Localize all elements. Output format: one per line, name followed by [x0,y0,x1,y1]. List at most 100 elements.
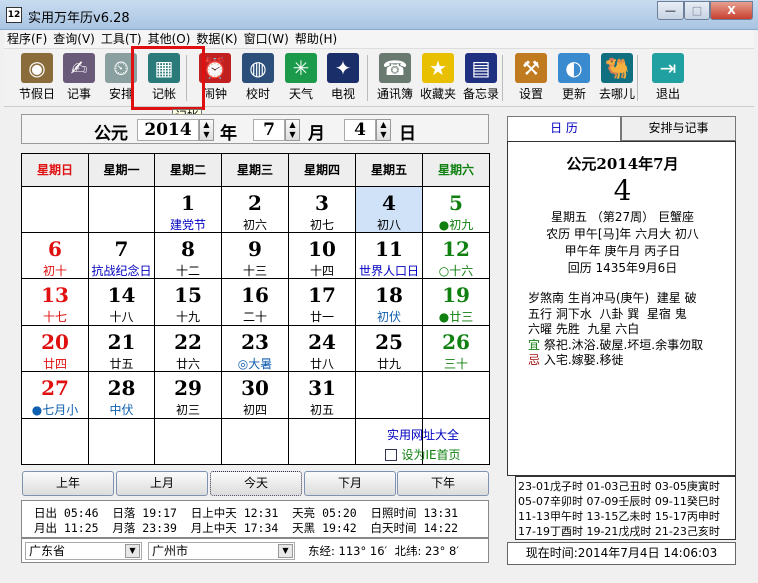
maximize-button[interactable]: □ [684,1,710,20]
day-number: 21 [107,330,136,354]
day-cell[interactable]: 15 十九 [155,279,222,326]
menu-query[interactable]: 查询(V) [50,30,98,49]
toolbar-button-0[interactable]: ◉ 节假日 [16,53,58,102]
day-cell[interactable]: 16 二十 [222,279,289,326]
month-spinner[interactable]: ▲ ▼ [285,119,300,141]
day-number: 9 [248,237,262,261]
toolbar-button-1[interactable]: ✍ 记事 [58,53,100,102]
toolbar-button-13[interactable]: 🐫 去哪儿 [596,53,638,102]
toolbar-button-10[interactable]: ▤ 备忘录 [460,53,502,102]
lunar-label: 初三 [175,403,200,417]
day-cell[interactable]: 27 ●七月小 [22,372,89,419]
day-number: 29 [174,376,202,400]
useful-sites-link[interactable]: 实用网址大全 [356,426,490,443]
province-select[interactable]: 广东省 ▼ [25,542,142,560]
coordinates: 东经: 113° 16′ 北纬: 23° 8′ [308,544,459,558]
day-cell[interactable]: 2 初六 [222,187,289,233]
update-globe-icon: ◐ [558,53,590,83]
minimize-button[interactable]: — [657,1,684,20]
chevron-down-icon[interactable]: ▼ [278,544,293,558]
day-cell[interactable]: 30 初四 [222,372,289,419]
day-cell[interactable]: 23 ◎大暑 [222,326,289,372]
sun-times: 日出 05:46 日落 19:17 日上中天 12:31 天亮 05:20 日照… [34,506,459,520]
film-icon: ◉ [21,53,53,83]
day-cell[interactable]: 7 抗战纪念日 [89,233,155,279]
weekday-header: 星期五 [356,154,423,187]
toolbar-button-7[interactable]: ✦ 电视 [322,53,364,102]
day-cell[interactable]: 14 十八 [89,279,155,326]
day-input[interactable]: 4 [344,119,376,141]
day-number: 14 [107,283,136,307]
next-year-button[interactable]: 下年 [397,471,489,496]
day-number: 27 [41,376,69,400]
toolbar-button-6[interactable]: ✳ 天气 [280,53,322,102]
day-cell[interactable]: 18 初伏 [356,279,423,326]
day-cell[interactable]: 22 廿六 [155,326,222,372]
set-homepage-checkbox[interactable] [385,449,398,461]
toolbar-label: 天气 [288,87,313,101]
city-select[interactable]: 广州市 ▼ [148,542,295,560]
day-cell[interactable]: 25 廿九 [356,326,423,372]
day-cell[interactable]: 20 廿四 [22,326,89,372]
menu-program[interactable]: 程序(F) [4,30,50,49]
year-label: 年 [220,124,237,144]
tab-calendar[interactable]: 日 历 [507,116,621,141]
day-cell[interactable]: 3 初七 [289,187,356,233]
day-cell[interactable]: 10 十四 [289,233,356,279]
day-number: 20 [41,330,69,354]
day-cell[interactable]: 17 廿一 [289,279,356,326]
year-spinner[interactable]: ▲ ▼ [199,119,214,141]
toolbar-button-8[interactable]: ☎ 通讯簿 [374,53,416,102]
weekday-week-zodiac: 星期五 （第27周） 巨蟹座 [551,210,694,224]
day-cell[interactable]: 12 ○十六 [423,233,490,279]
day-number: 8 [181,237,195,261]
day-cell[interactable]: 9 十三 [222,233,289,279]
toolbar-button-11[interactable]: ⚒ 设置 [510,53,552,102]
day-cell[interactable]: 21 廿五 [89,326,155,372]
tab-schedule[interactable]: 安排与记事 [621,116,736,141]
weekday-header: 星期三 [222,154,289,187]
day-cell[interactable]: 13 十七 [22,279,89,326]
next-month-button[interactable]: 下月 [304,471,396,496]
menu-help[interactable]: 帮助(H) [292,30,340,49]
title-bar: 12 实用万年历v6.28 — □ X [0,0,758,30]
close-button[interactable]: X [710,1,753,20]
day-spinner[interactable]: ▲ ▼ [376,119,391,141]
toolbar-button-5[interactable]: ◍ 校时 [237,53,279,102]
day-cell[interactable]: 8 十二 [155,233,222,279]
today-button[interactable]: 今天 [210,471,302,496]
day-cell[interactable]: 29 初三 [155,372,222,419]
prev-month-button[interactable]: 上月 [116,471,208,496]
toolbar-button-9[interactable]: ★ 收藏夹 [417,53,459,102]
empty-cell [89,419,155,465]
day-cell[interactable]: 4 初八 [356,187,423,233]
day-number: 6 [48,237,62,261]
day-number: 10 [308,237,336,261]
day-cell[interactable]: 19 ●廿三 [423,279,490,326]
day-cell[interactable]: 24 廿八 [289,326,356,372]
toolbar-button-14[interactable]: ⇥ 退出 [647,53,689,102]
month-input[interactable]: 7 [253,119,285,141]
lunar-label: 初七 [309,218,334,232]
empty-cell [155,419,222,465]
day-cell[interactable]: 11 世界人口日 [356,233,423,279]
menu-window[interactable]: 窗口(W) [241,30,292,49]
set-homepage-label[interactable]: 设为IE首页 [401,448,460,462]
lunar-label: 十九 [175,310,200,324]
moon-times: 月出 11:25 月落 23:39 月上中天 17:34 天黑 19:42 白天… [34,521,459,535]
ganzhi: 甲午年 庚午月 丙子日 [564,244,681,258]
year-input[interactable]: 2014 [137,119,199,141]
prev-year-button[interactable]: 上年 [22,471,114,496]
chevron-down-icon[interactable]: ▼ [125,544,140,558]
toolbar-button-12[interactable]: ◐ 更新 [553,53,595,102]
memo-icon: ▤ [465,53,497,83]
empty-cell [89,187,155,233]
empty-cell [222,419,289,465]
day-number: 26 [442,330,470,354]
day-cell[interactable]: 1 建党节 [155,187,222,233]
day-cell[interactable]: 28 中伏 [89,372,155,419]
day-cell[interactable]: 6 初十 [22,233,89,279]
day-cell[interactable]: 26 三十 [423,326,490,372]
day-cell[interactable]: 5 ●初九 [423,187,490,233]
day-cell[interactable]: 31 初五 [289,372,356,419]
